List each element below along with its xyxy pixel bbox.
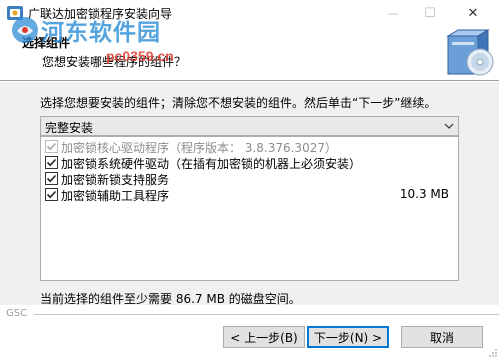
footer-divider — [34, 314, 499, 316]
maximize-button[interactable]: ☐ — [411, 0, 449, 26]
checkmark-icon — [46, 174, 57, 183]
list-item: 加密锁核心驱动程序（程序版本： 3.8.376.3027） — [45, 139, 453, 155]
window-title: 广联达加密锁程序安装向导 — [28, 7, 173, 21]
checkmark-icon — [46, 158, 57, 167]
minimize-button[interactable]: — — [374, 0, 412, 26]
list-item: 加密锁系统硬件驱动（在插有加密锁的机器上必须安装） — [45, 155, 453, 171]
install-type-select[interactable]: 完整安装 — [40, 116, 459, 136]
title-bar: 广联达加密锁程序安装向导 — ☐ ✕ — [0, 0, 499, 28]
list-item: 加密锁辅助工具程序 10.3 MB — [45, 187, 453, 203]
component-label: 加密锁系统硬件驱动（在插有加密锁的机器上必须安装） — [61, 157, 362, 171]
component-checkbox[interactable] — [45, 156, 58, 169]
instruction-text: 选择您想要安装的组件；清除您不想安装的组件。然后单击“下一步”继续。 — [40, 96, 437, 110]
page-subtitle: 您想安装哪些程序的组件？ — [42, 55, 187, 69]
next-button[interactable]: 下一步(N) > — [307, 326, 389, 348]
component-label: 加密锁核心驱动程序（程序版本： 3.8.376.3027） — [61, 141, 337, 155]
page-title: 选择组件 — [22, 36, 71, 50]
app-icon — [7, 6, 23, 20]
component-checkbox[interactable] — [45, 188, 58, 201]
maximize-icon: ☐ — [424, 5, 436, 21]
list-item: 加密锁新锁支持服务 — [45, 171, 453, 187]
component-checkbox[interactable] — [45, 172, 58, 185]
install-box-cd-icon — [446, 29, 494, 76]
component-size: 10.3 MB — [399, 187, 449, 201]
component-checkbox[interactable] — [45, 140, 58, 153]
close-icon: ✕ — [467, 5, 479, 21]
chevron-down-icon — [444, 123, 454, 129]
resize-grip-icon[interactable] — [488, 348, 498, 358]
content-panel: 选择您想要安装的组件；清除您不想安装的组件。然后单击“下一步”继续。 完整安装 … — [0, 82, 499, 306]
disk-space-text: 当前选择的组件至少需要 86.7 MB 的磁盘空间。 — [40, 292, 301, 306]
install-type-value: 完整安装 — [45, 121, 94, 135]
component-label: 加密锁辅助工具程序 — [61, 189, 170, 203]
checkmark-icon — [46, 142, 57, 151]
cancel-button[interactable]: 取消 — [401, 326, 483, 348]
checkmark-icon — [46, 190, 57, 199]
minimize-icon: — — [387, 6, 399, 20]
back-button[interactable]: < 上一步(B) — [223, 326, 305, 348]
brand-label: GSC — [6, 308, 28, 319]
close-button[interactable]: ✕ — [454, 0, 492, 26]
component-list: 加密锁核心驱动程序（程序版本： 3.8.376.3027） 加密锁系统硬件驱动（… — [40, 136, 459, 281]
component-label: 加密锁新锁支持服务 — [61, 173, 170, 187]
